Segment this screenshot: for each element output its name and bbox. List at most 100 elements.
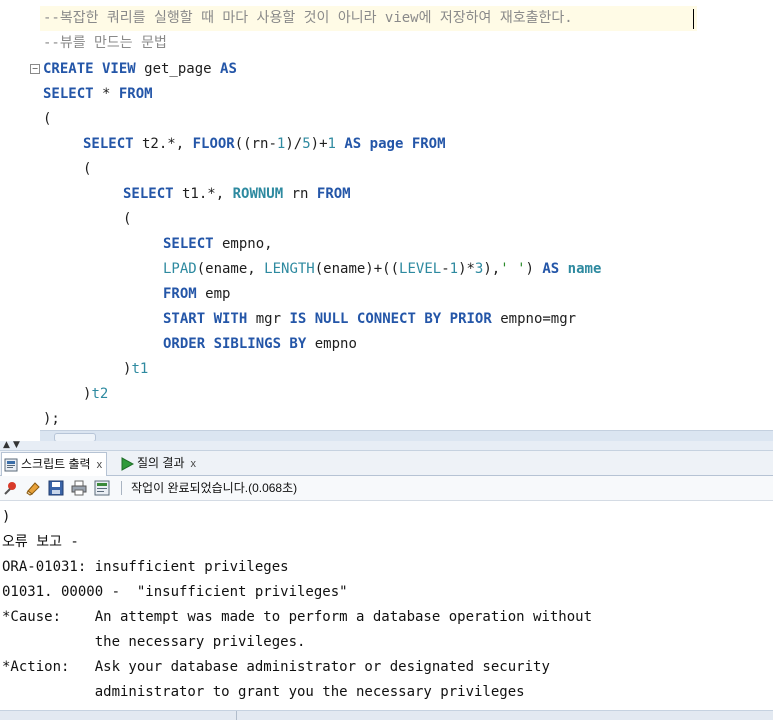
close-icon[interactable]: x <box>191 458 197 470</box>
str: ' ' <box>500 261 526 277</box>
tok: )+ <box>310 136 328 152</box>
print-icon[interactable] <box>71 480 87 496</box>
tok <box>361 136 369 152</box>
sql-editor[interactable]: − --복잡한 쿼리를 실행할 때 마다 사용할 것이 아니라 view에 저장… <box>0 0 773 430</box>
code-line-select-t2: SELECT t2.*, FLOOR((rn-1)/5)+1 AS page F… <box>83 132 446 157</box>
tok: t2.*, <box>133 136 193 152</box>
tab-script-output[interactable]: 스크립트 출력 x <box>1 452 108 476</box>
tok: ), <box>483 261 501 277</box>
fold-collapse-icon[interactable]: − <box>30 64 40 74</box>
tok: ( <box>83 161 92 177</box>
kw: ORDER SIBLINGS BY <box>163 336 307 352</box>
num: 1 <box>449 261 459 277</box>
kw: SELECT <box>43 86 94 102</box>
num: 1 <box>327 136 336 152</box>
tok: rn <box>283 186 317 202</box>
code-line-order-siblings: ORDER SIBLINGS BY empno <box>163 332 357 357</box>
code-line-paren-1: ( <box>43 107 51 132</box>
splitter-up-icon[interactable]: ▲ <box>3 440 10 450</box>
toolbar-separator <box>121 481 122 495</box>
tok: empno, <box>213 236 273 252</box>
tok: mgr <box>247 311 290 327</box>
code-line-comment-2: --뷰를 만드는 문법 <box>43 31 167 56</box>
tok: - <box>441 261 450 277</box>
output-line: the necessary privileges. <box>2 634 306 650</box>
tok: ) <box>525 261 543 277</box>
code-line-select-t1: SELECT t1.*, ROWNUM rn FROM <box>123 182 351 207</box>
kw: AS <box>542 261 560 277</box>
fn: name <box>567 261 602 277</box>
output-line: 01031. 00000 - "insufficient privileges" <box>2 584 348 600</box>
code-line-comment-1: --복잡한 쿼리를 실행할 때 마다 사용할 것이 아니라 view에 저장하여… <box>40 6 697 31</box>
kw: AS <box>220 61 237 77</box>
text-caret <box>693 9 694 29</box>
panel-splitter[interactable]: ▲ ▼ <box>0 440 773 451</box>
kw: FROM <box>163 286 197 302</box>
fn: FLOOR <box>192 136 235 152</box>
fn: LPAD <box>163 261 197 277</box>
kw: CREATE VIEW <box>43 61 136 77</box>
code-line-select: SELECT * FROM <box>43 82 153 107</box>
kw: AS <box>344 136 362 152</box>
kw: SELECT <box>163 236 214 252</box>
tab-label: 스크립트 출력 <box>21 457 91 471</box>
tok: * <box>93 86 119 102</box>
code-line-paren-3: ( <box>123 207 131 232</box>
kw: PRIOR <box>449 311 492 327</box>
code-line-lpad: LPAD(ename, LENGTH(ename)+((LEVEL-1)*3),… <box>163 257 601 282</box>
alias: t2 <box>91 386 109 402</box>
tok: get_page <box>135 61 221 77</box>
kw: CONNECT BY <box>356 311 442 327</box>
save-icon[interactable] <box>48 480 64 496</box>
tok <box>559 261 567 277</box>
tab-label: 질의 결과 <box>137 456 185 470</box>
fn: ROWNUM <box>232 186 284 202</box>
tok: (ename)+(( <box>314 261 400 277</box>
script-icon <box>4 457 18 472</box>
output-line: *Action: Ask your database administrator… <box>2 659 550 675</box>
output-line: *Cause: An attempt was made to perform a… <box>2 609 593 625</box>
tok: )* <box>458 261 475 277</box>
tok <box>441 311 449 327</box>
eraser-icon[interactable] <box>25 480 41 496</box>
kw: page <box>369 136 404 152</box>
pin-icon[interactable] <box>3 480 19 496</box>
output-line: 오류 보고 - <box>2 534 79 550</box>
tok: ); <box>43 411 60 427</box>
tab-query-result[interactable]: 질의 결과 x <box>118 452 200 474</box>
tok: empno=mgr <box>491 311 577 327</box>
code-line-end: ); <box>43 407 60 430</box>
alias: t1 <box>131 361 149 377</box>
tok: (ename, <box>196 261 265 277</box>
code-line-close-t2: )t2 <box>83 382 108 407</box>
code-line-create-view: CREATE VIEW get_page AS <box>43 57 237 82</box>
kw: FROM <box>316 186 351 202</box>
tok: ((rn- <box>234 136 277 152</box>
fn: LEVEL <box>399 261 442 277</box>
kw: FROM <box>118 86 153 102</box>
code-line-select-empno: SELECT empno, <box>163 232 273 257</box>
close-icon[interactable]: x <box>97 459 103 471</box>
tok: ( <box>43 111 52 127</box>
tok: emp <box>196 286 231 302</box>
code-line-from-emp: FROM emp <box>163 282 230 307</box>
kw: SELECT <box>83 136 134 152</box>
output-line: ORA-01031: insufficient privileges <box>2 559 289 575</box>
tok <box>348 311 356 327</box>
tok: t1.*, <box>173 186 233 202</box>
tok <box>403 136 411 152</box>
num: 5 <box>302 136 311 152</box>
code-line-start-with: START WITH mgr IS NULL CONNECT BY PRIOR … <box>163 307 576 332</box>
kw: START WITH <box>163 311 248 327</box>
splitter-down-icon[interactable]: ▼ <box>13 440 20 450</box>
comment-text: --뷰를 만드는 문법 <box>43 35 167 51</box>
run-icon <box>120 456 135 471</box>
code-line-close-t1: )t1 <box>123 357 148 382</box>
output-line: ) <box>2 509 11 525</box>
tok: empno <box>306 336 357 352</box>
kw: FROM <box>411 136 446 152</box>
export-icon[interactable] <box>94 480 110 496</box>
tok: ( <box>123 211 132 227</box>
script-output-panel[interactable]: ) 오류 보고 - ORA-01031: insufficient privil… <box>0 501 773 710</box>
kw: SELECT <box>123 186 174 202</box>
